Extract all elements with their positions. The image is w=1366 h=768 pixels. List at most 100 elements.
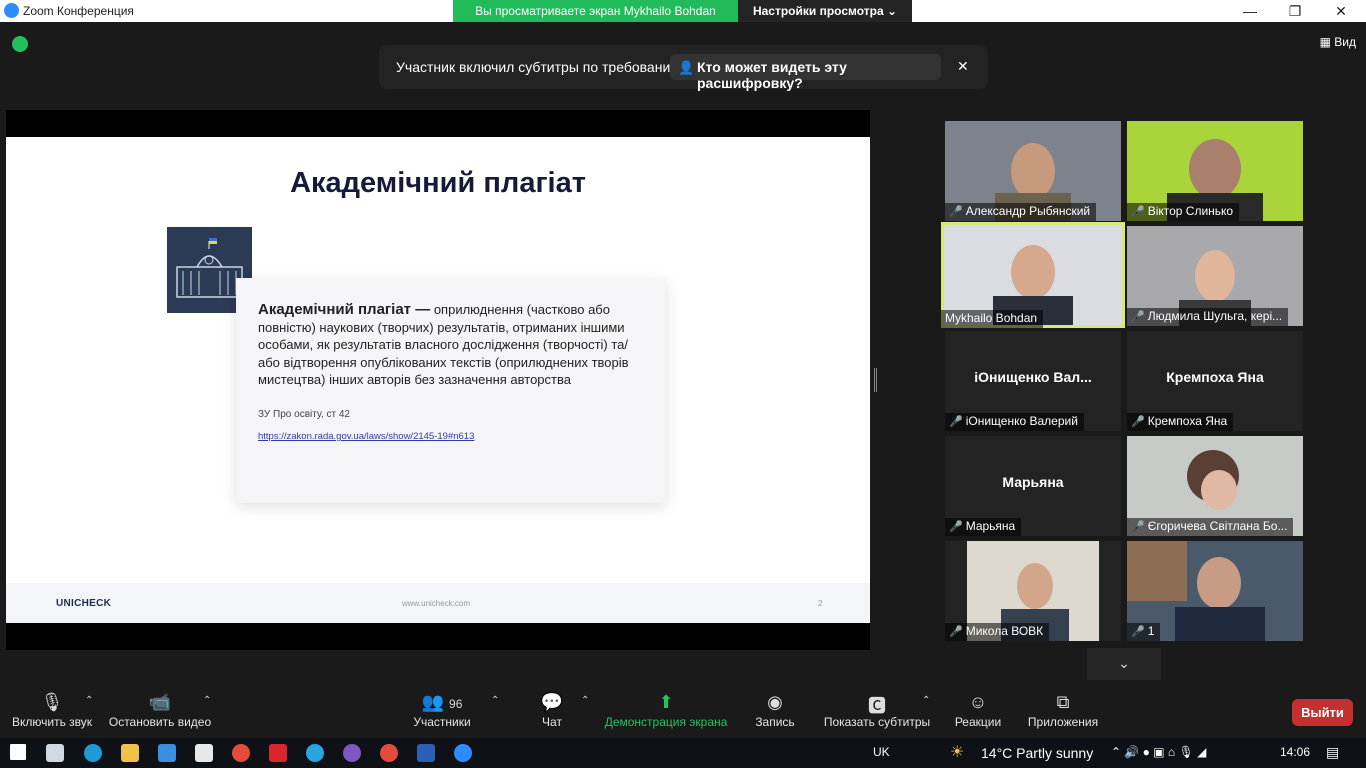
window-title: Zoom Конференция <box>23 4 134 18</box>
zoom-taskbar-icon[interactable] <box>454 744 472 762</box>
view-button[interactable]: ▦ Вид <box>1320 35 1356 49</box>
view-options-button[interactable]: Настройки просмотра ⌄ <box>738 0 912 22</box>
participant-tile[interactable]: 🎤 Людмила Шульга, кері... <box>1127 226 1303 326</box>
meeting-stage: ▦ Вид Участник включил субтитры по требо… <box>0 22 1366 687</box>
muted-mic-icon: 🎤 <box>1131 626 1145 638</box>
chat-icon: 💬 <box>540 692 564 712</box>
participant-display-name: Кремпоха Яна <box>1166 369 1264 385</box>
leave-meeting-button[interactable]: Выйти <box>1292 699 1353 726</box>
apps-button[interactable]: ⧉ Приложения <box>1024 687 1102 738</box>
participant-name: 🎤 іОнищенко Валерий <box>945 413 1084 431</box>
law-link[interactable]: https://zakon.rada.gov.ua/laws/show/2145… <box>258 431 474 442</box>
participant-tile[interactable]: 🎤 Єгоричева Світлана Бо... <box>1127 436 1303 536</box>
weather-widget[interactable]: 14°C Partly sunny <box>981 745 1093 761</box>
participant-name: 🎤 Єгоричева Світлана Бо... <box>1127 518 1294 536</box>
participants-chevron-icon[interactable]: ⌃ <box>491 695 499 706</box>
tray-icons[interactable]: ⌃ 🔊 ● ▣ ⌂ 🎙 ◢ <box>1111 745 1206 759</box>
muted-mic-icon: 🎤 <box>949 206 963 218</box>
shared-screen: Академічний плагіат Академічний плагіат … <box>6 110 870 650</box>
clock[interactable]: 14:06 <box>1280 745 1310 759</box>
muted-mic-icon: 🎤 <box>949 521 963 533</box>
captions-notification: Участник включил субтитры по требованию … <box>379 45 988 91</box>
participant-tile[interactable]: Марьяна 🎤 Марьяна <box>945 436 1121 536</box>
input-language[interactable]: UK <box>873 745 890 759</box>
participants-button[interactable]: 👥 96 Участники <box>408 687 476 738</box>
record-button[interactable]: ◉ Запись <box>750 687 800 738</box>
unicheck-logo: UNICHECK <box>56 598 112 609</box>
word-icon[interactable] <box>417 744 435 762</box>
chat-button[interactable]: 💬 Чат <box>530 687 574 738</box>
person-icon: 👤 <box>678 60 695 75</box>
participant-name: Mykhailo Bohdan <box>941 310 1044 328</box>
law-reference: ЗУ Про освіту, ст 42 <box>258 409 350 420</box>
start-windows-icon[interactable] <box>10 744 26 760</box>
minimize-button[interactable]: — <box>1227 0 1273 22</box>
share-screen-button[interactable]: ⬆ Демонстрация экрана <box>602 687 730 738</box>
muted-mic-icon: 🎤 <box>1131 311 1145 323</box>
notifications-icon[interactable]: ▤ <box>1326 744 1339 761</box>
muted-mic-icon: 🎤 <box>1131 521 1145 533</box>
telegram-icon[interactable] <box>306 744 324 762</box>
participant-name: 🎤 Кремпоха Яна <box>1127 413 1234 431</box>
participants-count: 96 <box>449 697 463 711</box>
participant-tile-active-speaker[interactable]: Mykhailo Bohdan <box>941 222 1125 328</box>
mail-icon[interactable] <box>158 744 176 762</box>
participant-name: 🎤 Марьяна <box>945 518 1022 536</box>
apps-icon: ⧉ <box>1056 692 1070 712</box>
video-camera-icon: 📹 <box>148 692 172 712</box>
presentation-slide: Академічний плагіат Академічний плагіат … <box>6 137 870 623</box>
captions-chevron-icon[interactable]: ⌃ <box>922 695 930 706</box>
chrome-window-icon[interactable] <box>380 744 398 762</box>
reactions-button[interactable]: ☺ Реакции <box>951 687 1005 738</box>
show-captions-button[interactable]: 🅲 Показать субтитры <box>820 687 934 738</box>
participant-name: 🎤 Людмила Шульга, кері... <box>1127 308 1289 326</box>
chrome-icon[interactable] <box>232 744 250 762</box>
participant-display-name: іОнищенко Вал... <box>974 369 1092 385</box>
task-view-icon[interactable] <box>46 744 64 762</box>
screen-share-banner: Вы просматриваете экран Mykhailo Bohdan <box>453 0 738 22</box>
footer-url: www.unicheck.com <box>402 599 471 608</box>
slide-footer: UNICHECK www.unicheck.com 2 <box>6 583 870 623</box>
share-screen-icon: ⬆ <box>658 692 674 712</box>
slide-page-number: 2 <box>818 599 823 608</box>
store-icon[interactable] <box>195 744 213 762</box>
audio-options-chevron-icon[interactable]: ⌃ <box>85 695 93 706</box>
windows-taskbar: UK ☀ 14°C Partly sunny ⌃ 🔊 ● ▣ ⌂ 🎙 ◢ 14:… <box>0 738 1366 768</box>
weather-sun-icon: ☀ <box>950 744 965 761</box>
muted-mic-icon: 🎤 <box>1131 206 1145 218</box>
who-can-see-transcript-button[interactable]: 👤 Кто может видеть эту расшифровку? <box>670 54 941 91</box>
close-window-button[interactable]: ✕ <box>1318 0 1364 22</box>
security-shield-icon[interactable] <box>12 36 28 52</box>
resize-handle[interactable] <box>874 368 877 392</box>
participant-tile[interactable]: 🎤 Віктор Слинько <box>1127 121 1303 221</box>
participant-tile[interactable]: 🎤 Микола ВОВК <box>945 541 1121 641</box>
smiley-icon: ☺ <box>968 692 988 712</box>
video-options-chevron-icon[interactable]: ⌃ <box>203 695 211 706</box>
acrobat-icon[interactable] <box>269 744 287 762</box>
participant-tile[interactable]: 🎤 Александр Рыбянский <box>945 121 1121 221</box>
muted-mic-icon: 🎤 <box>949 626 963 638</box>
title-bar: Zoom Конференция Вы просматриваете экран… <box>0 0 1366 22</box>
meeting-toolbar: 🎙 Включить звук ⌃ 📹 Остановить видео ⌃ 👥… <box>0 687 1366 738</box>
restore-button[interactable]: ❐ <box>1272 0 1318 22</box>
participant-tile[interactable]: іОнищенко Вал... 🎤 іОнищенко Валерий <box>945 331 1121 431</box>
record-icon: ◉ <box>767 692 783 712</box>
definition-term: Академічний плагіат — <box>258 301 431 318</box>
participant-tile[interactable]: Кремпоха Яна 🎤 Кремпоха Яна <box>1127 331 1303 431</box>
chat-chevron-icon[interactable]: ⌃ <box>581 695 589 706</box>
edge-browser-icon[interactable] <box>84 744 102 762</box>
participants-icon: 👥 96 <box>421 692 463 712</box>
participant-display-name: Марьяна <box>1002 474 1064 490</box>
participant-name: 🎤 1 <box>1127 623 1161 641</box>
participant-name: 🎤 Микола ВОВК <box>945 623 1050 641</box>
closed-captions-icon: 🅲 <box>868 696 886 716</box>
stop-video-button[interactable]: 📹 Остановить видео <box>106 687 214 738</box>
gallery-next-page-button[interactable]: ⌄ <box>1087 648 1161 680</box>
participant-name: 🎤 Александр Рыбянский <box>945 203 1097 221</box>
viber-icon[interactable] <box>343 744 361 762</box>
close-icon[interactable]: ✕ <box>957 58 969 75</box>
file-explorer-icon[interactable] <box>121 744 139 762</box>
plagiarism-definition: Академічний плагіат — оприлюднення (част… <box>258 301 638 389</box>
who-can-see-label: Кто может видеть эту расшифровку? <box>697 59 847 91</box>
participant-tile[interactable]: 🎤 1 <box>1127 541 1303 641</box>
